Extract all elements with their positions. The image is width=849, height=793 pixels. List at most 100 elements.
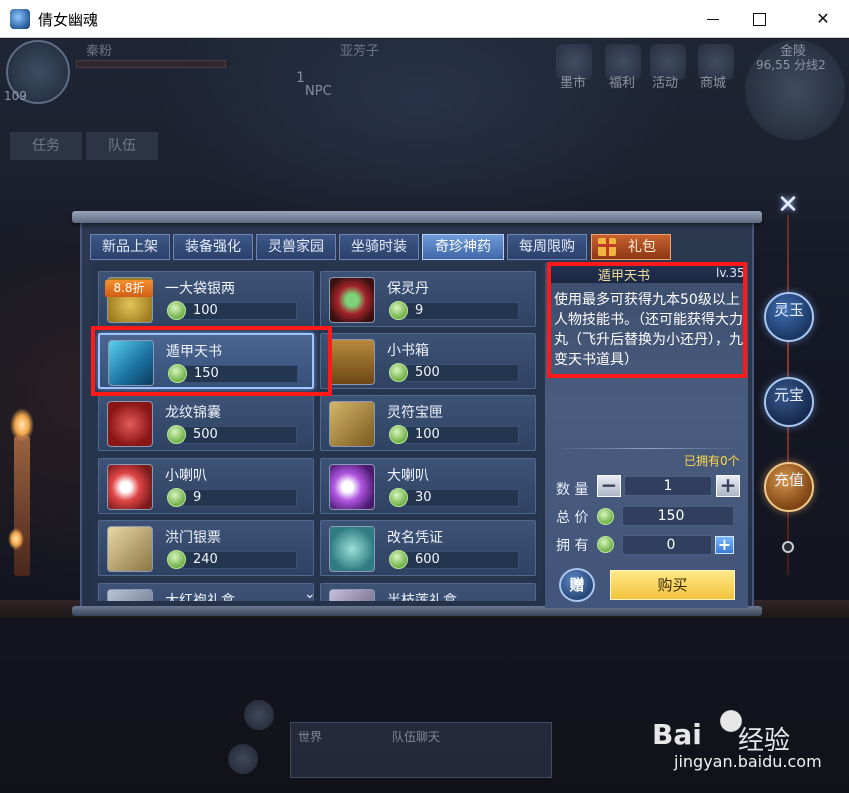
jade-currency-icon [597, 508, 614, 525]
shop-item-banzhilian-gift[interactable]: 半枝莲礼盒 [320, 583, 536, 601]
jade-currency-icon [389, 488, 408, 507]
chat-channel-team: 队伍聊天 [392, 730, 441, 744]
item-price: 9 [193, 490, 202, 505]
jade-currency-icon [389, 425, 408, 444]
item-name: 洪门银票 [165, 530, 221, 546]
buy-button[interactable]: 购买 [610, 570, 735, 600]
shop-item-small-bookbox[interactable]: 小书箱 500 [320, 333, 536, 389]
shop-item-hongmen-banknote[interactable]: 洪门银票 240 [98, 520, 314, 576]
tab-pet-home[interactable]: 灵兽家园 [256, 234, 336, 260]
shop-item-big-horn[interactable]: 大喇叭 30 [320, 458, 536, 514]
watermark-url: jingyan.baidu.com [674, 752, 822, 771]
jade-currency-icon [389, 363, 408, 382]
quantity-plus-button[interactable]: + [716, 475, 740, 497]
total-price-label: 总 价 [556, 510, 589, 526]
shop-item-dahongpao-gift[interactable]: 大红袍礼盒 [98, 583, 314, 601]
gift-box-icon [329, 589, 375, 601]
gift-box-icon [107, 589, 153, 601]
minimize-button[interactable] [690, 0, 736, 38]
welfare-menu-label: 福利 [609, 76, 636, 91]
item-name: 保灵丹 [387, 281, 429, 297]
player-hp-bar [76, 60, 226, 68]
scroll-rod-top [72, 211, 762, 223]
item-grid: 8.8折 一大袋银两 100 保灵丹 9 遁甲天书 150 小书箱 500 龙纹… [92, 263, 542, 601]
talisman-box-icon [329, 401, 375, 447]
shop-item-small-horn[interactable]: 小喇叭 9 [98, 458, 314, 514]
item-name: 龙纹锦囊 [165, 405, 221, 421]
quantity-value: 1 [663, 478, 673, 494]
npc-count: 1 [296, 70, 305, 86]
item-price: 500 [415, 365, 440, 380]
npc-label: NPC [305, 84, 332, 99]
divider [556, 448, 742, 449]
item-name: 大喇叭 [387, 468, 429, 484]
jade-currency-icon [389, 550, 408, 569]
lingyu-currency-button[interactable]: 灵玉 [764, 292, 814, 342]
brocade-bag-icon [107, 401, 153, 447]
strip-end-knob [782, 541, 794, 553]
window-titlebar: 倩女幽魂 ✕ [0, 0, 849, 38]
item-name: 大红袍礼盒 [165, 593, 235, 601]
tab-weekly-limited[interactable]: 每周限购 [507, 234, 587, 260]
item-price: 100 [415, 427, 440, 442]
discount-badge: 8.8折 [105, 280, 153, 297]
shop-item-baoling-pill[interactable]: 保灵丹 9 [320, 271, 536, 327]
app-icon [10, 9, 30, 29]
big-horn-icon [329, 464, 375, 510]
close-window-button[interactable]: ✕ [800, 0, 846, 38]
rename-token-icon [329, 526, 375, 572]
lamp-glow [8, 528, 24, 550]
tab-gift-pack[interactable]: 礼包 [591, 234, 671, 260]
item-name: 小喇叭 [165, 468, 207, 484]
shop-item-talisman-box[interactable]: 灵符宝匣 100 [320, 395, 536, 451]
item-name: 小书箱 [387, 343, 429, 359]
shop-item-rename-token[interactable]: 改名凭证 600 [320, 520, 536, 576]
gift-icon [598, 238, 616, 256]
recharge-button[interactable]: 充值 [764, 462, 814, 512]
quantity-minus-button[interactable]: − [597, 475, 621, 497]
mall-menu-label: 商城 [700, 76, 727, 91]
owned-value: 0 [666, 537, 676, 553]
jade-currency-icon [167, 425, 186, 444]
chest-icon [329, 339, 375, 385]
watermark-brand: Bai [652, 718, 702, 751]
item-name: 一大袋银两 [165, 281, 235, 297]
jade-currency-icon [597, 536, 614, 553]
highlight-box-selected-item [91, 326, 332, 396]
owned-label: 拥 有 [556, 538, 589, 554]
yuanbao-currency-button[interactable]: 元宝 [764, 377, 814, 427]
shop-item-dragon-brocade-bag[interactable]: 龙纹锦囊 500 [98, 395, 314, 451]
gift-tab-label: 礼包 [628, 239, 656, 255]
tab-equipment-enhance[interactable]: 装备强化 [173, 234, 253, 260]
item-name: 改名凭证 [387, 530, 443, 546]
item-name: 半枝莲礼盒 [387, 593, 457, 601]
small-horn-icon [107, 464, 153, 510]
add-currency-button[interactable]: + [715, 536, 734, 554]
tab-mount-fashion[interactable]: 坐骑时装 [339, 234, 419, 260]
skill-button[interactable] [244, 700, 274, 730]
player-name: 秦粉 [86, 44, 113, 59]
lamp-post [14, 436, 30, 576]
item-price: 240 [193, 552, 218, 567]
maximize-button[interactable] [736, 0, 782, 38]
skill-button[interactable] [228, 744, 258, 774]
gift-send-button[interactable]: 赠 [559, 568, 595, 602]
hud-tab-team[interactable]: 队伍 [86, 132, 158, 160]
chat-channel-world: 世界 [298, 730, 323, 744]
player-level: 109 [4, 89, 27, 103]
window-title: 倩女幽魂 [38, 11, 99, 29]
shop-item-silver-bag[interactable]: 8.8折 一大袋银两 100 [98, 271, 314, 327]
tab-new-arrivals[interactable]: 新品上架 [90, 234, 170, 260]
map-coords: 96,55 分线2 [756, 58, 826, 72]
jade-currency-icon [167, 488, 186, 507]
close-icon[interactable]: ✕ [775, 192, 801, 218]
tab-rare-medicine[interactable]: 奇珍神药 [422, 234, 504, 260]
owned-count-note: 已拥有0个 [684, 454, 740, 468]
activity-menu-label: 活动 [652, 76, 679, 91]
jade-currency-icon [167, 550, 186, 569]
hud-tab-quest[interactable]: 任务 [10, 132, 82, 160]
item-price: 30 [415, 490, 432, 505]
total-price-value: 150 [657, 508, 685, 524]
chevron-down-icon[interactable]: ⌄ [304, 586, 316, 602]
highlight-box-description [547, 262, 747, 378]
